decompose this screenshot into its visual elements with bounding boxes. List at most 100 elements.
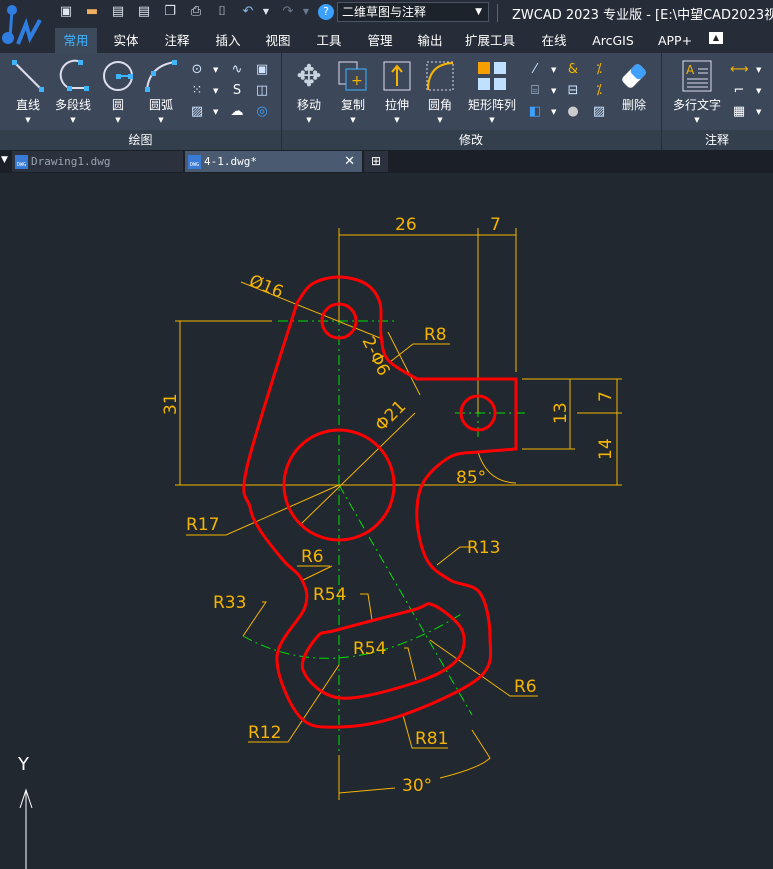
stretch-button[interactable]: 拉伸 ▼	[375, 58, 419, 124]
chevron-down-icon: ▼	[306, 116, 312, 124]
panel-label-annotate: 注释	[704, 133, 729, 147]
minimize-ribbon-icon[interactable]: ▲	[709, 32, 723, 44]
tab-online[interactable]: 在线	[532, 28, 576, 53]
chevron-down-icon[interactable]: ▼	[756, 87, 761, 95]
panel-label-modify: 修改	[458, 133, 483, 147]
chevron-down-icon[interactable]: ▼	[551, 66, 556, 74]
dim-text: 26	[395, 215, 417, 235]
panel-label-draw: 绘图	[128, 133, 153, 147]
dim-text: R54	[313, 585, 346, 605]
window-title: ZWCAD 2023 专业版 - [E:\中望CAD2023视频教	[512, 8, 773, 23]
tab-app-plus[interactable]: APP+	[650, 28, 700, 53]
workspace-select[interactable]: 二维草图与注释 ▼	[337, 2, 489, 22]
chevron-down-icon[interactable]: ▼	[213, 87, 218, 95]
tab-list-icon[interactable]: ▼	[1, 155, 8, 165]
chevron-down-icon[interactable]: ▼	[756, 108, 761, 116]
revcloud-s-icon[interactable]: S	[228, 82, 246, 100]
edit-hatch-icon[interactable]: ▨	[590, 103, 608, 121]
dim-text: R6	[514, 677, 537, 697]
region-icon[interactable]: ▣	[253, 61, 271, 79]
tab-solid[interactable]: 实体	[104, 28, 148, 53]
fillet-icon	[418, 58, 462, 94]
wipeout-icon[interactable]: ◫	[253, 82, 271, 100]
explode-icon[interactable]: ●	[564, 103, 582, 121]
tab-manage[interactable]: 管理	[358, 28, 402, 53]
break-icon[interactable]: ⁒	[590, 61, 608, 79]
arc-button[interactable]: 圆弧 ▼	[139, 58, 183, 124]
tab-annotate[interactable]: 注释	[155, 28, 199, 53]
chevron-down-icon[interactable]: ▼	[213, 66, 218, 74]
chevron-down-icon: ▼	[475, 7, 482, 17]
app-logo[interactable]	[0, 0, 52, 52]
chevron-down-icon[interactable]: ▼	[551, 108, 556, 116]
cloud-icon[interactable]: ☁	[228, 103, 246, 121]
tab-output[interactable]: 输出	[408, 28, 452, 53]
spline-icon[interactable]: ∿	[228, 61, 246, 79]
move-button[interactable]: ✥ 移动 ▼	[287, 58, 331, 125]
document-tab[interactable]: DWG Drawing1.dwg	[12, 151, 183, 172]
chevron-down-icon[interactable]: ▼	[551, 87, 556, 95]
offset-icon[interactable]: &	[564, 61, 582, 79]
linear-dimension-icon[interactable]: ⟷	[730, 61, 749, 79]
leader-icon[interactable]: ⌐	[730, 82, 748, 100]
circle-button[interactable]: 圆 ▼	[96, 58, 140, 124]
new-icon[interactable]: ▣	[58, 4, 74, 20]
chevron-down-icon: ▼	[350, 116, 356, 124]
new-tab-button[interactable]: ⊞	[364, 151, 388, 172]
mirror-icon[interactable]: ◧	[526, 103, 544, 121]
fillet-button[interactable]: 圆角 ▼	[418, 58, 462, 124]
document-tab-active[interactable]: DWG 4-1.dwg* ✕	[185, 151, 362, 172]
table-icon[interactable]: ▦	[730, 103, 748, 121]
ucs-icon: Y	[17, 754, 33, 869]
dim-text: R6	[301, 547, 324, 567]
erase-button[interactable]: 删除	[612, 58, 656, 113]
drawing-canvas[interactable]: 26 7 31 13 7 14 Ø16 2-Φ6 R8 Φ21 R17 85° …	[0, 173, 773, 869]
tab-view[interactable]: 视图	[256, 28, 300, 53]
chevron-down-icon[interactable]: ▼	[756, 66, 761, 74]
save-icon[interactable]: ▤	[110, 4, 126, 20]
dim-text: R54	[353, 639, 386, 659]
hatch-icon[interactable]: ▨	[188, 103, 206, 121]
dim-text: Ø16	[246, 271, 286, 303]
align-icon[interactable]: ⊟	[564, 82, 582, 100]
dim-text: 7	[596, 391, 616, 402]
ellipse-icon[interactable]: ⊙	[188, 61, 206, 79]
tab-arcgis[interactable]: ArcGIS	[583, 28, 643, 53]
open-icon[interactable]: ▬	[84, 4, 100, 20]
dim-text: 7	[490, 215, 501, 235]
arc-label: 圆弧	[148, 98, 173, 112]
redo-dropdown-icon[interactable]: ▼	[298, 4, 314, 20]
help-icon[interactable]: ?	[318, 4, 334, 20]
polyline-button[interactable]: 多段线 ▼	[50, 58, 96, 124]
svg-text:A: A	[686, 63, 695, 77]
publish-icon[interactable]: ❐	[162, 4, 178, 20]
close-icon[interactable]: ✕	[344, 151, 355, 172]
dim-text: R13	[467, 538, 500, 558]
redo-icon[interactable]: ↷	[280, 4, 296, 20]
dim-text: R17	[186, 515, 219, 535]
undo-dropdown-icon[interactable]: ▼	[258, 4, 274, 20]
copy-label: 复制	[340, 98, 365, 112]
scale-icon[interactable]: ⌸	[526, 82, 544, 100]
tab-tools[interactable]: 工具	[307, 28, 351, 53]
move-label: 移动	[296, 98, 321, 112]
print-icon[interactable]: ⎙	[188, 4, 204, 20]
tab-extensions[interactable]: 扩展工具	[458, 28, 522, 53]
rect-array-button[interactable]: 矩形阵列 ▼	[464, 58, 520, 124]
line-label: 直线	[15, 98, 40, 112]
chevron-down-icon[interactable]: ▼	[213, 108, 218, 116]
undo-icon[interactable]: ↶	[240, 4, 256, 20]
save-as-icon[interactable]: ▤	[136, 4, 152, 20]
chevron-down-icon: ▼	[115, 116, 121, 124]
tab-home[interactable]: 常用	[55, 28, 97, 53]
donut-icon[interactable]: ◎	[253, 103, 271, 121]
dim-text: 30°	[402, 776, 432, 796]
mtext-button[interactable]: A 多行文字 ▼	[668, 58, 726, 124]
trim-icon[interactable]: ⁄	[526, 61, 544, 79]
tab-insert[interactable]: 插入	[206, 28, 250, 53]
zoom-extents-icon[interactable]: ⌷	[214, 4, 230, 20]
join-icon[interactable]: ⁒	[590, 82, 608, 100]
copy-button[interactable]: + 复制 ▼	[331, 58, 375, 124]
line-button[interactable]: 直线 ▼	[6, 58, 50, 124]
point-icon[interactable]: ⁙	[188, 82, 206, 100]
